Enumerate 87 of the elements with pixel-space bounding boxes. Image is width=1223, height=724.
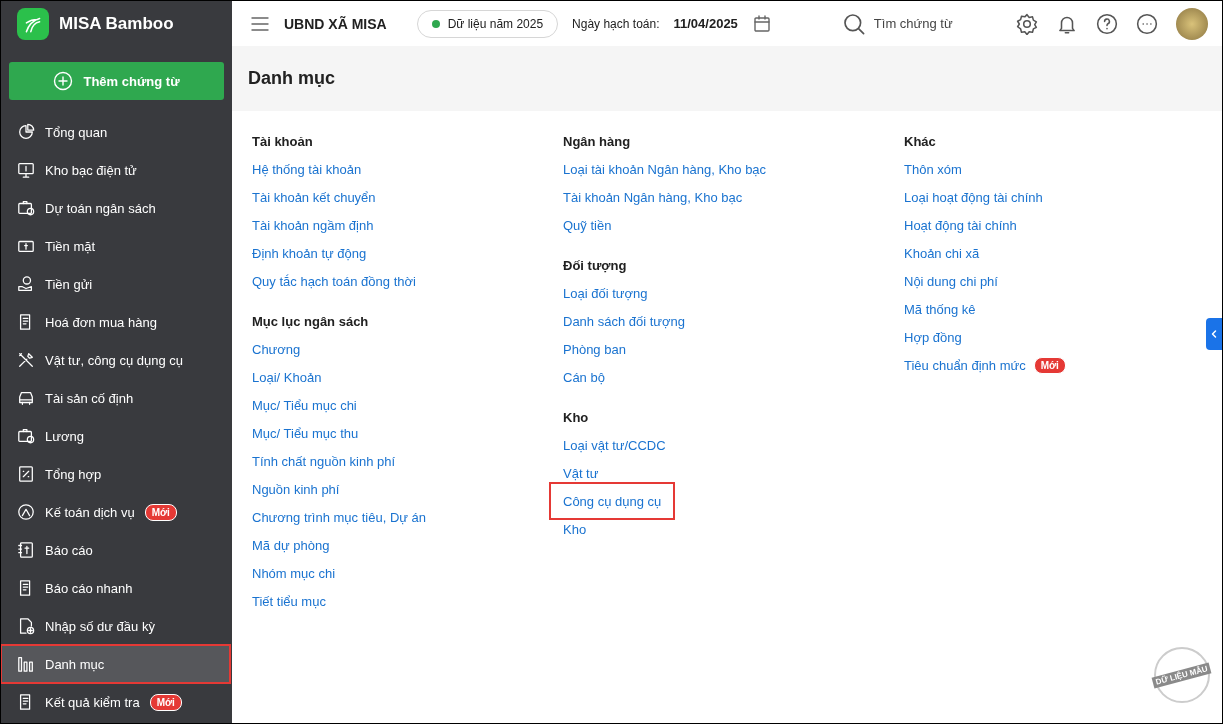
sidebar-item[interactable]: Báo cáo: [1, 531, 224, 569]
catalog-link[interactable]: Tính chất nguồn kinh phí: [252, 447, 396, 475]
page-title: Danh mục: [248, 68, 335, 89]
sidebar-item[interactable]: Hoá đơn mua hàng: [1, 303, 224, 341]
catalog-link[interactable]: Hệ thống tài khoản: [252, 155, 362, 183]
group-title: Khác: [904, 132, 937, 151]
coin-hand-icon: [17, 275, 35, 293]
collapse-tab[interactable]: [1206, 318, 1222, 350]
catalog-link[interactable]: Hoạt động tài chính: [904, 211, 1017, 239]
catalog-link[interactable]: Vật tư: [563, 459, 599, 487]
catalog-link[interactable]: Phòng ban: [563, 335, 626, 363]
briefcase-icon: [17, 199, 35, 217]
sidebar-item[interactable]: Nhập số dư đầu kỳ: [1, 607, 224, 645]
catalog-link[interactable]: Quỹ tiền: [563, 211, 612, 239]
catalog-link[interactable]: Loại tài khoản Ngân hàng, Kho bạc: [563, 155, 767, 183]
briefcase-icon: [17, 427, 35, 445]
sidebar-item[interactable]: Tiền gửi: [1, 265, 224, 303]
catalog-link[interactable]: Loại vật tư/CCDC: [563, 431, 666, 459]
catalog-link[interactable]: Nhóm mục chi: [252, 559, 336, 587]
sidebar-item[interactable]: Tổng quan: [1, 113, 224, 151]
catalog-link[interactable]: Mục/ Tiểu mục chi: [252, 391, 357, 419]
catalog-link[interactable]: Loại/ Khoản: [252, 363, 322, 391]
sidebar-item[interactable]: Tổng hợp: [1, 455, 224, 493]
catalog-link[interactable]: Khoản chi xã: [904, 239, 980, 267]
catalog-link[interactable]: Loại hoạt động tài chính: [904, 183, 1043, 211]
new-badge: Mới: [144, 503, 177, 521]
sidebar-item[interactable]: Lương: [1, 417, 224, 455]
catalog-link[interactable]: Tiêu chuẩn định mức Mới: [904, 351, 1066, 379]
catalog-link[interactable]: Quy tắc hạch toán đồng thời: [252, 267, 416, 295]
pie-chart-icon: [17, 123, 35, 141]
group-title: Đối tượng: [563, 256, 628, 275]
date-label: Ngày hạch toán:: [572, 16, 660, 31]
catalog-link[interactable]: Mã dự phòng: [252, 531, 330, 559]
catalog-link[interactable]: Tài khoản Ngân hàng, Kho bạc: [563, 183, 743, 211]
plus-circle-icon: [53, 71, 74, 91]
catalog-link[interactable]: Nguồn kinh phí: [252, 475, 340, 503]
catalog-link[interactable]: Tiết tiểu mục: [252, 587, 326, 615]
catalog-link[interactable]: Thôn xóm: [904, 155, 962, 183]
sidebar-item[interactable]: Báo cáo nhanh: [1, 569, 224, 607]
catalog-link[interactable]: Chương trình mục tiêu, Dự án: [252, 503, 427, 531]
search-icon: [841, 11, 866, 36]
catalog-link[interactable]: Tài khoản kết chuyển: [252, 183, 376, 211]
catalog-link[interactable]: Danh sách đối tượng: [563, 307, 686, 335]
catalog-link[interactable]: Định khoản tự động: [252, 239, 367, 267]
settings-icon[interactable]: [1016, 12, 1038, 35]
group-title: Tài khoản: [252, 132, 314, 151]
sidebar-item[interactable]: Danh mục: [1, 645, 230, 683]
sample-data-stamp: DỮ LIỆU MẪU: [1154, 647, 1210, 703]
bars-icon: [17, 655, 35, 673]
sidebar-item[interactable]: Kết quả kiểm tra Mới: [1, 683, 224, 721]
sidebar-item[interactable]: Vật tư, công cụ dụng cụ: [1, 341, 224, 379]
chevron-left-icon: [1209, 329, 1219, 339]
new-badge: Mới: [1033, 356, 1066, 374]
catalog-link[interactable]: Loại đối tượng: [563, 279, 648, 307]
catalog-link[interactable]: Nội dung chi phí: [904, 267, 998, 295]
catalog-link[interactable]: Công cụ dụng cụ: [551, 484, 674, 518]
catalog-link[interactable]: Kho: [563, 515, 587, 543]
calendar-icon[interactable]: [751, 13, 772, 34]
document-plus-icon: [17, 617, 35, 635]
sidebar-item[interactable]: Tiền mặt: [1, 227, 224, 265]
user-avatar[interactable]: [1176, 7, 1208, 40]
monitor-icon: [17, 161, 35, 179]
group-title: Kho: [563, 408, 590, 427]
catalog-link[interactable]: Mã thống kê: [904, 295, 976, 323]
more-icon[interactable]: [1136, 12, 1158, 35]
add-voucher-button[interactable]: Thêm chứng từ: [9, 62, 224, 100]
group-title: Mục lục ngân sách: [252, 312, 370, 331]
organization-name: UBND XÃ MISA: [284, 15, 387, 32]
sidebar-item[interactable]: Dự toán ngân sách: [1, 189, 224, 227]
tools-icon: [17, 351, 35, 369]
catalog-link[interactable]: Cán bộ: [563, 363, 605, 391]
status-dot: [431, 19, 440, 28]
sidebar-item[interactable]: Kế toán dịch vụ Mới: [1, 493, 224, 531]
circle-logo-icon: [17, 503, 35, 521]
app-name: MISA Bamboo: [59, 13, 174, 34]
catalog-link[interactable]: Chương: [252, 335, 301, 363]
posting-date: 11/04/2025: [673, 16, 738, 31]
sidebar-item[interactable]: Tài sản cố định: [1, 379, 224, 417]
catalog-link[interactable]: Mục/ Tiểu mục thu: [252, 419, 359, 447]
help-icon[interactable]: [1096, 12, 1118, 35]
catalog-link[interactable]: Tài khoản ngầm định: [252, 211, 374, 239]
catalog-link[interactable]: Hợp đồng: [904, 323, 962, 351]
percent-document-icon: [17, 465, 35, 483]
group-title: Ngân hàng: [563, 132, 632, 151]
sidebar-item[interactable]: Kho bạc điện tử: [1, 151, 224, 189]
new-badge: Mới: [149, 693, 182, 711]
car-icon: [17, 389, 35, 407]
